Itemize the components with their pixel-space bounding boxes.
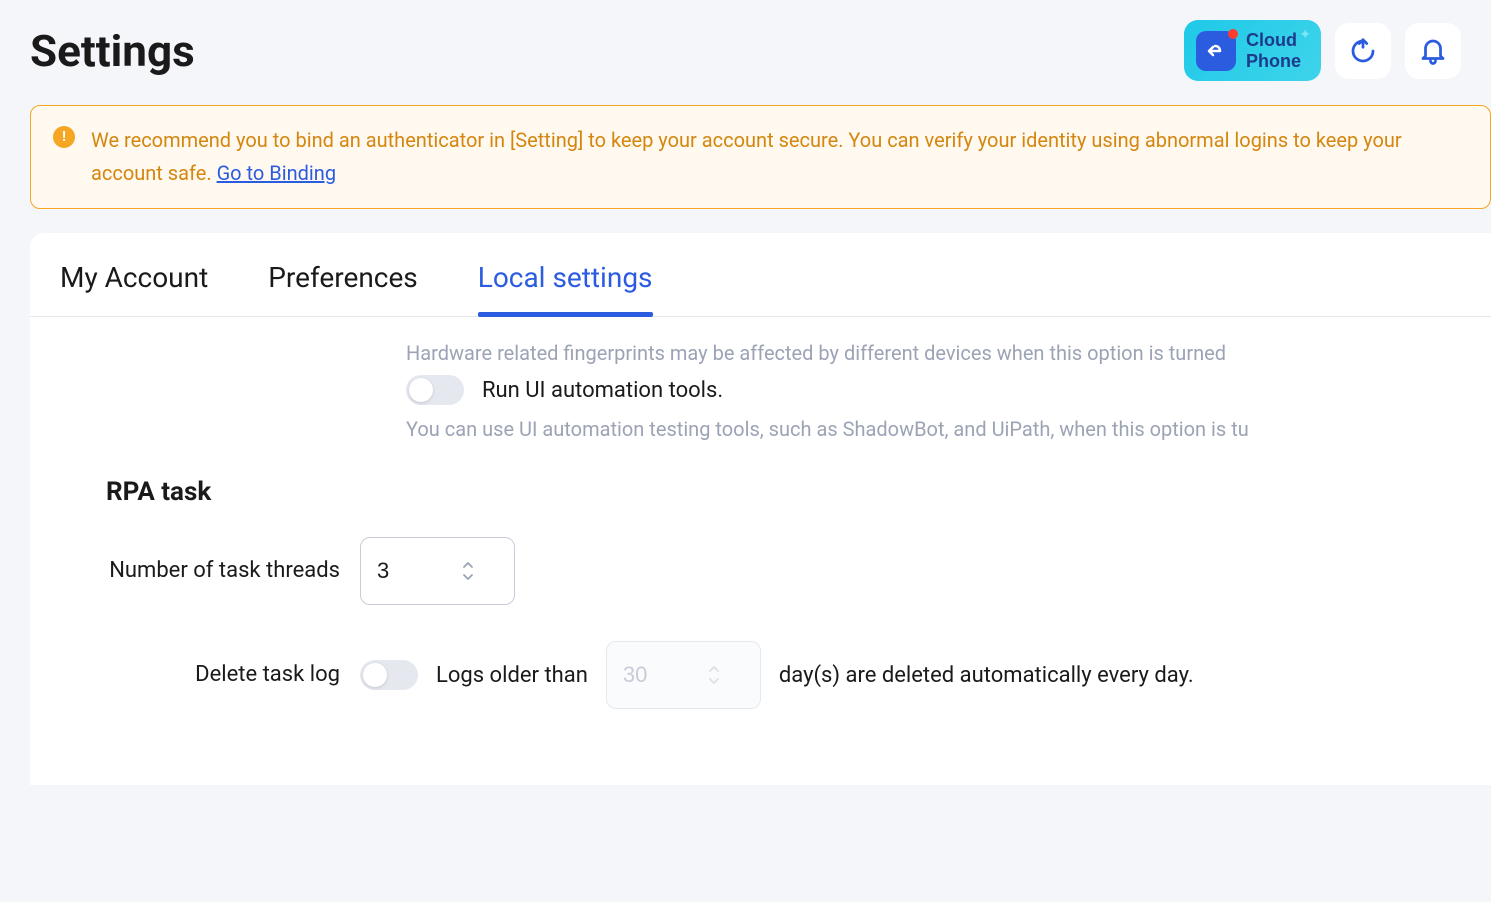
sync-icon bbox=[1348, 36, 1378, 66]
threads-step-down-button[interactable] bbox=[461, 572, 475, 582]
sync-button[interactable] bbox=[1335, 23, 1391, 79]
warning-icon: ! bbox=[53, 126, 75, 148]
settings-body: Hardware related fingerprints may be aff… bbox=[30, 317, 1491, 785]
delete-log-text-before: Logs older than bbox=[436, 663, 588, 688]
alert-text: We recommend you to bind an authenticato… bbox=[91, 124, 1468, 190]
ui-automation-toggle[interactable] bbox=[406, 375, 464, 405]
days-step-up-button bbox=[707, 664, 721, 674]
bell-icon bbox=[1418, 36, 1448, 66]
notification-dot-icon bbox=[1228, 29, 1238, 39]
header-actions: CloudPhone ✦ bbox=[1184, 20, 1461, 81]
delete-log-days-input bbox=[607, 648, 707, 702]
delete-log-days-input-group bbox=[606, 641, 761, 709]
tabs: My Account Preferences Local settings bbox=[30, 233, 1491, 317]
task-threads-input-group bbox=[360, 537, 515, 605]
tab-my-account[interactable]: My Account bbox=[60, 261, 208, 316]
content-card: My Account Preferences Local settings Ha… bbox=[30, 233, 1491, 785]
threads-step-up-button[interactable] bbox=[461, 560, 475, 570]
ui-automation-row: Run UI automation tools. bbox=[406, 375, 1461, 405]
task-threads-label: Number of task threads bbox=[60, 555, 360, 587]
page-title: Settings bbox=[30, 25, 195, 77]
cloud-phone-button[interactable]: CloudPhone ✦ bbox=[1184, 20, 1321, 81]
hardware-description: Hardware related fingerprints may be aff… bbox=[406, 341, 1461, 365]
cloud-phone-icon bbox=[1196, 31, 1236, 71]
chevron-up-icon bbox=[461, 560, 475, 570]
delete-log-toggle[interactable] bbox=[360, 660, 418, 690]
cloud-phone-label: CloudPhone bbox=[1246, 30, 1301, 71]
rpa-section-title: RPA task bbox=[106, 477, 1461, 507]
ui-automation-description: You can use UI automation testing tools,… bbox=[406, 417, 1461, 441]
alert-banner: ! We recommend you to bind an authentica… bbox=[30, 105, 1491, 209]
chevron-down-icon bbox=[707, 676, 721, 686]
task-threads-row: Number of task threads bbox=[60, 537, 1461, 605]
task-threads-input[interactable] bbox=[361, 544, 461, 598]
delete-log-row: Delete task log Logs older than bbox=[60, 641, 1461, 709]
tab-preferences[interactable]: Preferences bbox=[268, 261, 418, 316]
delete-log-label: Delete task log bbox=[60, 659, 360, 691]
go-to-binding-link[interactable]: Go to Binding bbox=[217, 161, 337, 185]
notifications-button[interactable] bbox=[1405, 23, 1461, 79]
chevron-down-icon bbox=[461, 572, 475, 582]
chevron-up-icon bbox=[707, 664, 721, 674]
ui-automation-label: Run UI automation tools. bbox=[482, 378, 723, 403]
tab-local-settings[interactable]: Local settings bbox=[478, 261, 653, 316]
delete-log-text-after: day(s) are deleted automatically every d… bbox=[779, 663, 1194, 688]
sparkle-icon: ✦ bbox=[1299, 26, 1311, 43]
days-step-down-button bbox=[707, 676, 721, 686]
